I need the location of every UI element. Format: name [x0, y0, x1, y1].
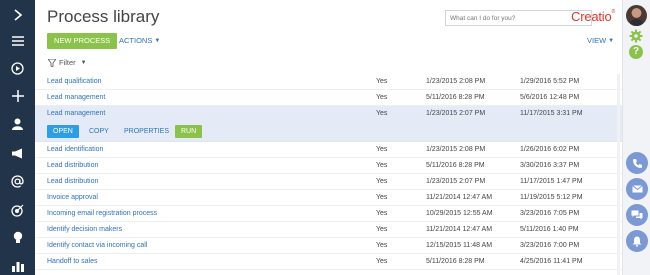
- command-search[interactable]: ›: [445, 10, 592, 26]
- process-name[interactable]: Lead management: [47, 94, 105, 101]
- play-icon[interactable]: [0, 56, 35, 80]
- lightbulb-icon[interactable]: [0, 226, 35, 250]
- created-value: 11/21/2014 12:47 AM: [426, 226, 493, 233]
- properties-button[interactable]: PROPERTIES: [118, 125, 175, 138]
- modified-value: 3/30/2016 3:37 PM: [520, 162, 580, 169]
- created-value: 1/23/2015 2:08 PM: [426, 146, 486, 153]
- chat-icon[interactable]: [626, 204, 648, 226]
- process-list: Lead qualification Yes 1/23/2015 2:08 PM 1/…: [35, 74, 622, 270]
- dashboard-icon[interactable]: [0, 254, 35, 275]
- run-button[interactable]: RUN: [175, 125, 203, 138]
- created-value: 11/21/2014 12:47 AM: [426, 194, 493, 201]
- table-row[interactable]: Invoice approval Yes 11/21/2014 12:47 AM 11…: [35, 190, 622, 206]
- modified-value: 4/25/2016 11:41 PM: [520, 258, 583, 265]
- menu-icon[interactable]: [0, 29, 35, 53]
- active-value: Yes: [376, 226, 388, 233]
- caret-down-icon: ▼: [608, 38, 615, 44]
- process-name[interactable]: Invoice approval: [47, 194, 98, 201]
- table-row[interactable]: Handoff to sales Yes 5/11/2016 8:28 PM 4/25…: [35, 254, 622, 270]
- created-value: 1/23/2015 2:07 PM: [426, 110, 486, 117]
- process-name[interactable]: Identify decision makers: [47, 226, 122, 233]
- created-value: 1/23/2015 2:07 PM: [426, 178, 486, 185]
- right-panel: ?: [622, 0, 650, 275]
- active-value: Yes: [376, 210, 388, 217]
- creatio-logo: Creatio®: [571, 9, 615, 24]
- search-input[interactable]: [450, 12, 575, 24]
- active-value: Yes: [376, 146, 388, 153]
- modified-value: 5/6/2016 12:48 PM: [520, 94, 580, 101]
- active-value: Yes: [376, 194, 388, 201]
- modified-value: 5/11/2016 1:40 PM: [520, 226, 579, 233]
- add-icon[interactable]: [0, 84, 35, 108]
- expand-chevron-icon[interactable]: [0, 3, 35, 27]
- row-action-bar: OPEN COPY PROPERTIES RUN: [35, 122, 622, 142]
- new-process-button[interactable]: NEW PROCESS: [47, 33, 118, 49]
- process-name[interactable]: Lead identification: [47, 146, 103, 153]
- table-row[interactable]: Lead distribution Yes 1/23/2015 2:07 PM 11/…: [35, 174, 622, 190]
- caret-down-icon: ▼: [154, 38, 161, 44]
- gear-icon[interactable]: [629, 29, 643, 43]
- process-name[interactable]: Lead distribution: [47, 178, 98, 185]
- table-row-selected[interactable]: Lead management Yes 1/23/2015 2:07 PM 11…: [35, 106, 622, 122]
- active-value: Yes: [376, 110, 388, 117]
- copy-button[interactable]: COPY: [83, 125, 115, 138]
- phone-icon[interactable]: [626, 152, 648, 174]
- open-button[interactable]: OPEN: [47, 125, 79, 138]
- created-value: 1/23/2015 2:08 PM: [426, 78, 486, 85]
- table-row[interactable]: Lead qualification Yes 1/23/2015 2:08 PM 1/…: [35, 74, 622, 90]
- filter-button[interactable]: Filter ▼: [48, 58, 87, 67]
- modified-value: 3/23/2016 7:00 PM: [520, 242, 580, 249]
- megaphone-icon[interactable]: [0, 141, 35, 165]
- process-name[interactable]: Lead management: [47, 110, 105, 117]
- active-value: Yes: [376, 178, 388, 185]
- active-value: Yes: [376, 242, 388, 249]
- modified-value: 3/23/2016 7:05 PM: [520, 210, 580, 217]
- funnel-icon: [48, 58, 56, 67]
- modified-value: 1/26/2016 6:02 PM: [520, 146, 580, 153]
- modified-value: 1/29/2016 5:52 PM: [520, 78, 580, 85]
- process-name[interactable]: Lead distribution: [47, 162, 98, 169]
- contact-icon[interactable]: [0, 112, 35, 136]
- actions-menu-button[interactable]: ACTIONS ▼: [119, 36, 160, 45]
- table-row[interactable]: Incoming email registration process Yes 10…: [35, 206, 622, 222]
- bell-icon[interactable]: [626, 230, 648, 252]
- view-menu-button[interactable]: VIEW ▼: [587, 36, 614, 45]
- modified-value: 11/17/2015 1:47 PM: [520, 178, 583, 185]
- table-row[interactable]: Lead distribution Yes 5/11/2016 8:28 PM 3/3…: [35, 158, 622, 174]
- left-nav: [0, 0, 35, 275]
- active-value: Yes: [376, 94, 388, 101]
- active-value: Yes: [376, 258, 388, 265]
- active-value: Yes: [376, 162, 388, 169]
- table-row[interactable]: Identify contact via incoming call Yes 12/…: [35, 238, 622, 254]
- created-value: 10/29/2015 12:55 AM: [426, 210, 493, 217]
- page-title: Process library: [47, 7, 160, 26]
- help-icon[interactable]: ?: [629, 45, 643, 59]
- process-name[interactable]: Identify contact via incoming call: [47, 242, 147, 249]
- target-icon[interactable]: [0, 198, 35, 222]
- created-value: 5/11/2016 8:28 PM: [426, 258, 485, 265]
- caret-down-icon: ▼: [80, 59, 87, 66]
- mail-icon[interactable]: [626, 178, 648, 200]
- created-value: 12/15/2015 11:48 AM: [426, 242, 493, 249]
- modified-value: 11/17/2015 3:31 PM: [520, 110, 583, 117]
- created-value: 5/11/2016 8:28 PM: [426, 94, 485, 101]
- table-row[interactable]: Lead management Yes 5/11/2016 8:28 PM 5/6/2…: [35, 90, 622, 106]
- active-value: Yes: [376, 78, 388, 85]
- modified-value: 11/19/2015 5:12 PM: [520, 194, 583, 201]
- process-name[interactable]: Handoff to sales: [47, 258, 97, 265]
- created-value: 5/11/2016 8:28 PM: [426, 162, 485, 169]
- table-row[interactable]: Identify decision makers Yes 11/21/2014 12…: [35, 222, 622, 238]
- main-content: Process library › Creatio® NEW PROCESS A…: [35, 0, 622, 275]
- scrollbar[interactable]: [617, 74, 620, 275]
- table-row[interactable]: Lead identification Yes 1/23/2015 2:08 PM 1…: [35, 142, 622, 158]
- app-window: Process library › Creatio® NEW PROCESS A…: [0, 0, 650, 275]
- avatar[interactable]: [626, 5, 647, 26]
- process-name[interactable]: Incoming email registration process: [47, 210, 157, 217]
- email-at-icon[interactable]: [0, 169, 35, 193]
- process-name[interactable]: Lead qualification: [47, 78, 102, 85]
